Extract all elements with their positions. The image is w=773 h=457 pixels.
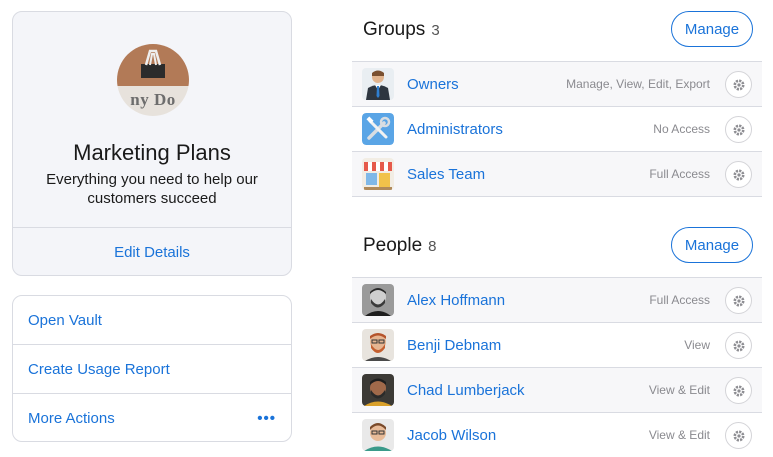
more-actions-link[interactable]: More Actions ••• <box>13 394 291 441</box>
vault-card: ny Do Marketing Plans Everything you nee… <box>12 11 292 276</box>
person-permission: Full Access <box>649 293 710 307</box>
manage-groups-button[interactable]: Manage <box>671 11 753 47</box>
more-actions-label: More Actions <box>28 410 115 427</box>
groups-title-text: Groups <box>363 19 426 40</box>
gear-icon[interactable] <box>725 332 752 359</box>
people-header: People 8 Manage <box>363 227 753 267</box>
avatar <box>362 284 394 316</box>
gear-icon[interactable] <box>725 116 752 143</box>
gear-icon[interactable] <box>725 422 752 449</box>
gear-icon[interactable] <box>725 377 752 404</box>
person-permission: View & Edit <box>648 428 710 442</box>
people-count: 8 <box>428 238 437 255</box>
avatar <box>362 329 394 361</box>
people-title: People 8 <box>363 235 437 257</box>
person-row-alex-hoffmann[interactable]: Alex Hoffmann Full Access <box>352 278 762 323</box>
storefront-icon <box>362 158 394 190</box>
tools-icon <box>362 113 394 145</box>
open-vault-link[interactable]: Open Vault <box>13 296 291 345</box>
manage-people-button[interactable]: Manage <box>671 227 753 263</box>
binder-clip-icon <box>141 49 165 78</box>
more-icon[interactable]: ••• <box>257 394 276 441</box>
groups-title: Groups 3 <box>363 19 440 41</box>
person-permission: View <box>684 338 710 352</box>
people-list: Alex Hoffmann Full Access Benji Debnam V… <box>352 277 762 457</box>
groups-list: Owners Manage, View, Edit, Export Admini… <box>352 61 762 197</box>
gear-icon[interactable] <box>725 71 752 98</box>
person-row-jacob-wilson[interactable]: Jacob Wilson View & Edit <box>352 413 762 457</box>
actions-card: Open Vault Create Usage Report More Acti… <box>12 295 292 442</box>
vault-description: Everything you need to help our customer… <box>46 171 258 207</box>
person-name[interactable]: Alex Hoffmann <box>407 278 505 323</box>
people-title-text: People <box>363 235 423 256</box>
vault-title: Marketing Plans <box>73 140 231 165</box>
group-name[interactable]: Owners <box>407 62 459 107</box>
avatar <box>362 419 394 451</box>
group-name[interactable]: Administrators <box>407 107 503 152</box>
person-row-benji-debnam[interactable]: Benji Debnam View <box>352 323 762 368</box>
usage-report-label: Create Usage Report <box>28 361 170 378</box>
group-row-sales-team[interactable]: Sales Team Full Access <box>352 152 762 197</box>
edit-details-button[interactable]: Edit Details <box>13 228 291 275</box>
person-name[interactable]: Chad Lumberjack <box>407 368 525 413</box>
gear-icon[interactable] <box>725 161 752 188</box>
group-permission: Manage, View, Edit, Export <box>566 77 710 91</box>
groups-count: 3 <box>431 22 440 39</box>
groups-header: Groups 3 Manage <box>363 11 753 51</box>
group-name[interactable]: Sales Team <box>407 152 485 197</box>
person-name[interactable]: Benji Debnam <box>407 323 501 368</box>
person-permission: View & Edit <box>648 383 710 397</box>
owner-icon <box>362 68 394 100</box>
group-permission: Full Access <box>649 167 710 181</box>
avatar <box>362 374 394 406</box>
person-row-chad-lumberjack[interactable]: Chad Lumberjack View & Edit <box>352 368 762 413</box>
open-vault-label: Open Vault <box>28 312 102 329</box>
person-name[interactable]: Jacob Wilson <box>407 413 496 457</box>
group-row-administrators[interactable]: Administrators No Access <box>352 107 762 152</box>
create-usage-report-link[interactable]: Create Usage Report <box>13 345 291 394</box>
avatar-text: ny Do <box>130 90 176 109</box>
vault-avatar: ny Do <box>117 44 189 116</box>
group-row-owners[interactable]: Owners Manage, View, Edit, Export <box>352 62 762 107</box>
group-permission: No Access <box>653 122 710 136</box>
gear-icon[interactable] <box>725 287 752 314</box>
